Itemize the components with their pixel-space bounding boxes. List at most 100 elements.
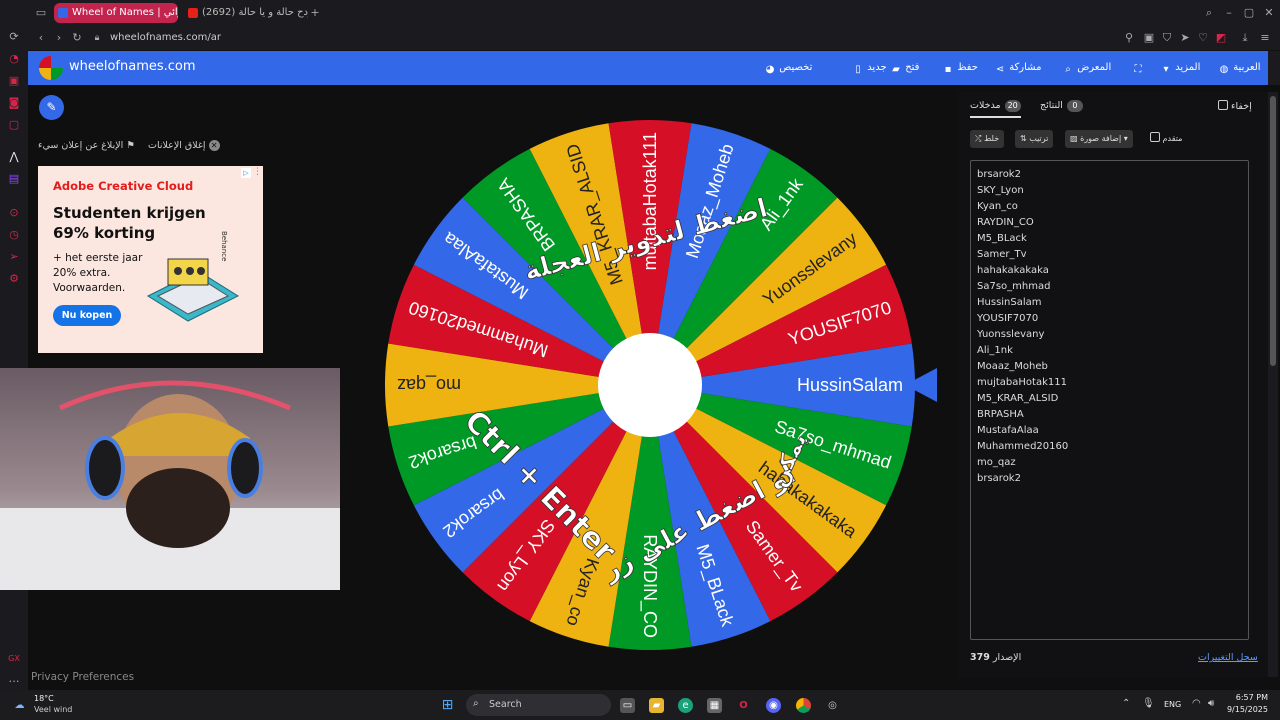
hide-toggle[interactable]: إخفاء <box>1218 100 1252 112</box>
entry-line[interactable]: hahakakakaka <box>977 263 1242 279</box>
clock-time[interactable]: 6:57 PM <box>1232 693 1268 702</box>
entry-line[interactable]: Moaaz_Moheb <box>977 359 1242 375</box>
advanced-toggle[interactable]: متقدم <box>1150 132 1182 143</box>
wallet-icon[interactable]: ◩ <box>1214 31 1228 45</box>
tab-entries[interactable]: مدخلات 20 <box>970 100 1021 118</box>
obs-icon[interactable]: ◎ <box>825 698 840 713</box>
play-icon[interactable]: ⊙ <box>7 206 21 220</box>
report-ad-link[interactable]: الإبلاغ عن إعلان سيء ⚑ <box>38 140 135 151</box>
bag-icon[interactable]: ▣ <box>7 74 21 88</box>
store-icon[interactable]: ▦ <box>707 698 722 713</box>
nav-save[interactable]: ▪ حفظ <box>938 60 978 76</box>
search-tabs-icon[interactable]: ⌕ <box>1202 6 1216 20</box>
entry-line[interactable]: Samer_Tv <box>977 247 1242 263</box>
tab-results[interactable]: النتائج 0 <box>1040 100 1083 112</box>
nav-open[interactable]: ▰ فتح <box>886 60 919 76</box>
language-indicator[interactable]: ENG <box>1164 700 1181 709</box>
heart-icon[interactable]: ♡ <box>1196 31 1210 45</box>
changelog-link[interactable]: سجل التغييرات <box>1198 652 1258 663</box>
ad-banner[interactable]: ▷ ⋮ Adobe Creative Cloud Studenten krijg… <box>38 166 263 353</box>
tab-youtube[interactable]: (2692) ردح حالة و يا حالة - ... <box>184 3 308 23</box>
chrome-icon[interactable] <box>796 698 811 713</box>
settings-icon[interactable]: ⚙ <box>7 272 21 286</box>
entry-line[interactable]: Ali_1nk <box>977 343 1242 359</box>
page-scrollbar[interactable] <box>1268 92 1278 677</box>
hide-checkbox[interactable] <box>1218 100 1228 110</box>
nav-gallery[interactable]: ⌕ المعرض <box>1058 60 1111 76</box>
taskbar-search[interactable]: ⌕ Search <box>466 694 611 716</box>
file-explorer-icon[interactable]: ▰ <box>649 698 664 713</box>
entry-line[interactable]: brsarok2 <box>977 471 1242 487</box>
volume-icon[interactable]: 🔊︎ <box>1208 698 1214 709</box>
ad-menu-icon[interactable]: ⋮ <box>253 167 262 177</box>
send-page-icon[interactable]: ➤ <box>1178 31 1192 45</box>
entry-line[interactable]: mujtabaHotak111 <box>977 375 1242 391</box>
entry-line[interactable]: SKY_Lyon <box>977 183 1242 199</box>
history-icon[interactable]: ◷ <box>7 228 21 242</box>
weather-icon[interactable]: ☁ <box>12 698 27 713</box>
site-logo-text[interactable]: wheelofnames.com <box>69 59 196 74</box>
tray-chevron-up-icon[interactable]: ⌃ <box>1122 698 1130 709</box>
entry-line[interactable]: YOUSIF7070 <box>977 311 1242 327</box>
fullscreen-button[interactable]: ⛶ <box>1128 60 1144 76</box>
wheel-center[interactable] <box>598 333 702 437</box>
wifi-icon[interactable]: ◠ <box>1192 698 1201 709</box>
menu-icon[interactable]: ≡ <box>1258 31 1272 45</box>
send-icon[interactable]: ➢ <box>7 250 21 264</box>
microphone-icon[interactable]: 🎙︎ <box>1142 698 1155 709</box>
refresh-icon[interactable]: ◔ <box>7 52 21 66</box>
entries-textarea[interactable]: brsarok2 SKY_Lyon Kyan_co RAYDIN_CO M5_BLack… <box>970 160 1249 640</box>
tab-wheel-of-names[interactable]: Wheel of Names | عشوائي <box>54 3 178 23</box>
sort-button[interactable]: ⇅ ترتيب <box>1015 130 1054 148</box>
add-image-button[interactable]: ▨ إضافة صورة ▾ <box>1065 130 1133 148</box>
entry-line[interactable]: MustafaAlaa <box>977 423 1242 439</box>
forward-icon[interactable]: › <box>52 31 66 45</box>
close-window-icon[interactable]: ✕ <box>1262 6 1276 20</box>
maximize-icon[interactable]: ▢ <box>1242 6 1256 20</box>
entry-line[interactable]: Kyan_co <box>977 199 1242 215</box>
shuffle-button[interactable]: ⤮ خلط <box>970 130 1005 148</box>
entry-line[interactable]: HussinSalam <box>977 295 1242 311</box>
nav-customize[interactable]: ◕ تخصيص <box>760 60 813 76</box>
back-icon[interactable]: ‹ <box>34 31 48 45</box>
reload-icon[interactable]: ↻ <box>70 31 84 45</box>
nav-language[interactable]: ◍ العربية <box>1214 60 1261 76</box>
snapshot-icon[interactable]: ▣ <box>1142 31 1156 45</box>
opera-taskbar-icon[interactable]: O <box>736 698 751 713</box>
pin-icon[interactable]: ⚲ <box>1122 31 1136 45</box>
entry-line[interactable]: Sa7so_mhmad <box>977 279 1242 295</box>
ad-cta-button[interactable]: Nu kopen <box>53 305 121 326</box>
entry-line[interactable]: mo_qaz <box>977 455 1242 471</box>
entry-line[interactable]: M5_BLack <box>977 231 1242 247</box>
nav-new[interactable]: ▯ جديد <box>848 60 886 76</box>
entry-line[interactable]: brsarok2 <box>977 167 1242 183</box>
instagram-icon[interactable]: ▢ <box>7 118 21 132</box>
task-view-icon[interactable]: ▭ <box>620 698 635 713</box>
entry-line[interactable]: RAYDIN_CO <box>977 215 1242 231</box>
entry-line[interactable]: M5_KRAR_ALSID <box>977 391 1242 407</box>
site-logo-icon[interactable] <box>39 56 63 80</box>
more-icon[interactable]: … <box>7 672 21 686</box>
nav-share[interactable]: ⋖ مشاركة <box>990 60 1042 76</box>
ad-choices-icon[interactable]: ▷ <box>241 168 251 178</box>
twitch-icon[interactable]: ▤ <box>7 172 21 186</box>
discord-icon[interactable]: ◉ <box>766 698 781 713</box>
nav-more[interactable]: ▾ المزيد <box>1156 60 1200 76</box>
windows-start-icon[interactable]: ⊞ <box>440 698 455 713</box>
arc-icon[interactable]: ⋀ <box>7 150 21 164</box>
close-ads-link[interactable]: إغلاق الإعلانات ✕ <box>148 140 220 151</box>
clock-date[interactable]: 9/15/2025 <box>1226 705 1268 714</box>
edge-icon[interactable]: e <box>678 698 693 713</box>
entry-line[interactable]: Yuonsslevany <box>977 327 1242 343</box>
messenger-icon[interactable]: ◙ <box>7 96 21 110</box>
sync-icon[interactable]: ⟳ <box>7 30 21 44</box>
privacy-preferences-link[interactable]: Privacy Preferences <box>31 671 134 683</box>
new-tab-icon[interactable]: + <box>308 6 322 20</box>
gx-icon[interactable]: GX <box>7 652 21 666</box>
spin-wheel[interactable]: HussinSalam Sa7so_mhmad hahakakakaka Samer_… <box>383 118 917 652</box>
tab-switch-icon[interactable]: ▭ <box>34 6 48 20</box>
edit-button[interactable]: ✎ <box>39 95 64 120</box>
entry-line[interactable]: BRPASHA <box>977 407 1242 423</box>
download-icon[interactable]: ⤓ <box>1238 31 1252 45</box>
scrollbar-track[interactable] <box>1268 51 1280 85</box>
